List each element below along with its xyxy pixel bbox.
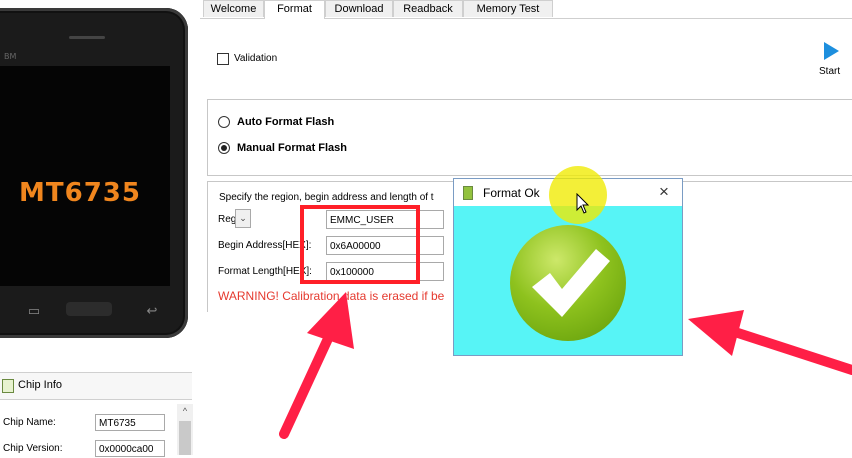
start-button-label[interactable]: Start [819, 66, 840, 77]
auto-format-label[interactable]: Auto Format Flash [237, 116, 334, 128]
tab-memory-test[interactable]: Memory Test [463, 0, 553, 17]
annotation-box [300, 205, 420, 284]
tab-format[interactable]: Format [264, 0, 325, 19]
chip-icon [2, 379, 14, 393]
dialog-title: Format Ok [483, 186, 540, 200]
chip-version-label: Chip Version: [3, 443, 63, 454]
scroll-up-icon[interactable]: ^ [177, 406, 193, 416]
tab-welcome[interactable]: Welcome [203, 0, 264, 17]
tab-download[interactable]: Download [325, 0, 393, 17]
play-triangle-icon[interactable] [824, 42, 839, 60]
begin-address-label: Begin Address[HEX]: [218, 240, 312, 251]
tab-bar: Welcome Format Download Readback Memory … [200, 0, 852, 19]
manual-format-label[interactable]: Manual Format Flash [237, 142, 347, 154]
format-length-label: Format Length[HEX]: [218, 266, 312, 277]
phone-brand: BM [4, 52, 17, 61]
close-icon[interactable]: × [659, 182, 669, 202]
app-icon [463, 186, 473, 200]
mouse-cursor-icon [576, 193, 590, 214]
chip-name-value: MT6735 [95, 414, 165, 431]
phone-screen: MT6735 [0, 66, 170, 286]
validation-label: Validation [234, 53, 278, 64]
chip-name-label: Chip Name: [3, 417, 56, 428]
scroll-thumb[interactable] [179, 421, 191, 455]
left-panel: BM MT6735 ▭ ↩ Chip Info Chip Name: MT673… [0, 0, 200, 457]
chip-info-scrollbar[interactable]: ^ [177, 404, 193, 455]
warning-text: WARNING! Calibration data is erased if b… [218, 289, 445, 303]
dialog-body [454, 206, 682, 355]
chip-version-value: 0x0000ca00 [95, 440, 165, 457]
chip-info-title: Chip Info [18, 379, 63, 391]
validation-checkbox[interactable] [217, 53, 229, 65]
region-description: Specify the region, begin address and le… [219, 192, 434, 203]
format-mode-group: Auto Format Flash Manual Format Flash [207, 99, 852, 176]
phone-illustration: BM MT6735 ▭ ↩ [0, 8, 188, 338]
tab-readback[interactable]: Readback [393, 0, 463, 17]
checkmark-icon [532, 249, 610, 317]
manual-format-radio[interactable] [218, 142, 230, 154]
phone-speaker [69, 36, 105, 39]
auto-format-radio[interactable] [218, 116, 230, 128]
success-badge [510, 225, 626, 341]
chevron-down-icon[interactable]: ⌄ [235, 209, 251, 228]
chip-info-header: Chip Info [0, 372, 192, 400]
menu-key-icon: ▭ [27, 303, 41, 318]
home-key [66, 302, 112, 316]
back-key-icon: ↩ [146, 303, 158, 318]
phone-model-label: MT6735 [19, 178, 141, 208]
